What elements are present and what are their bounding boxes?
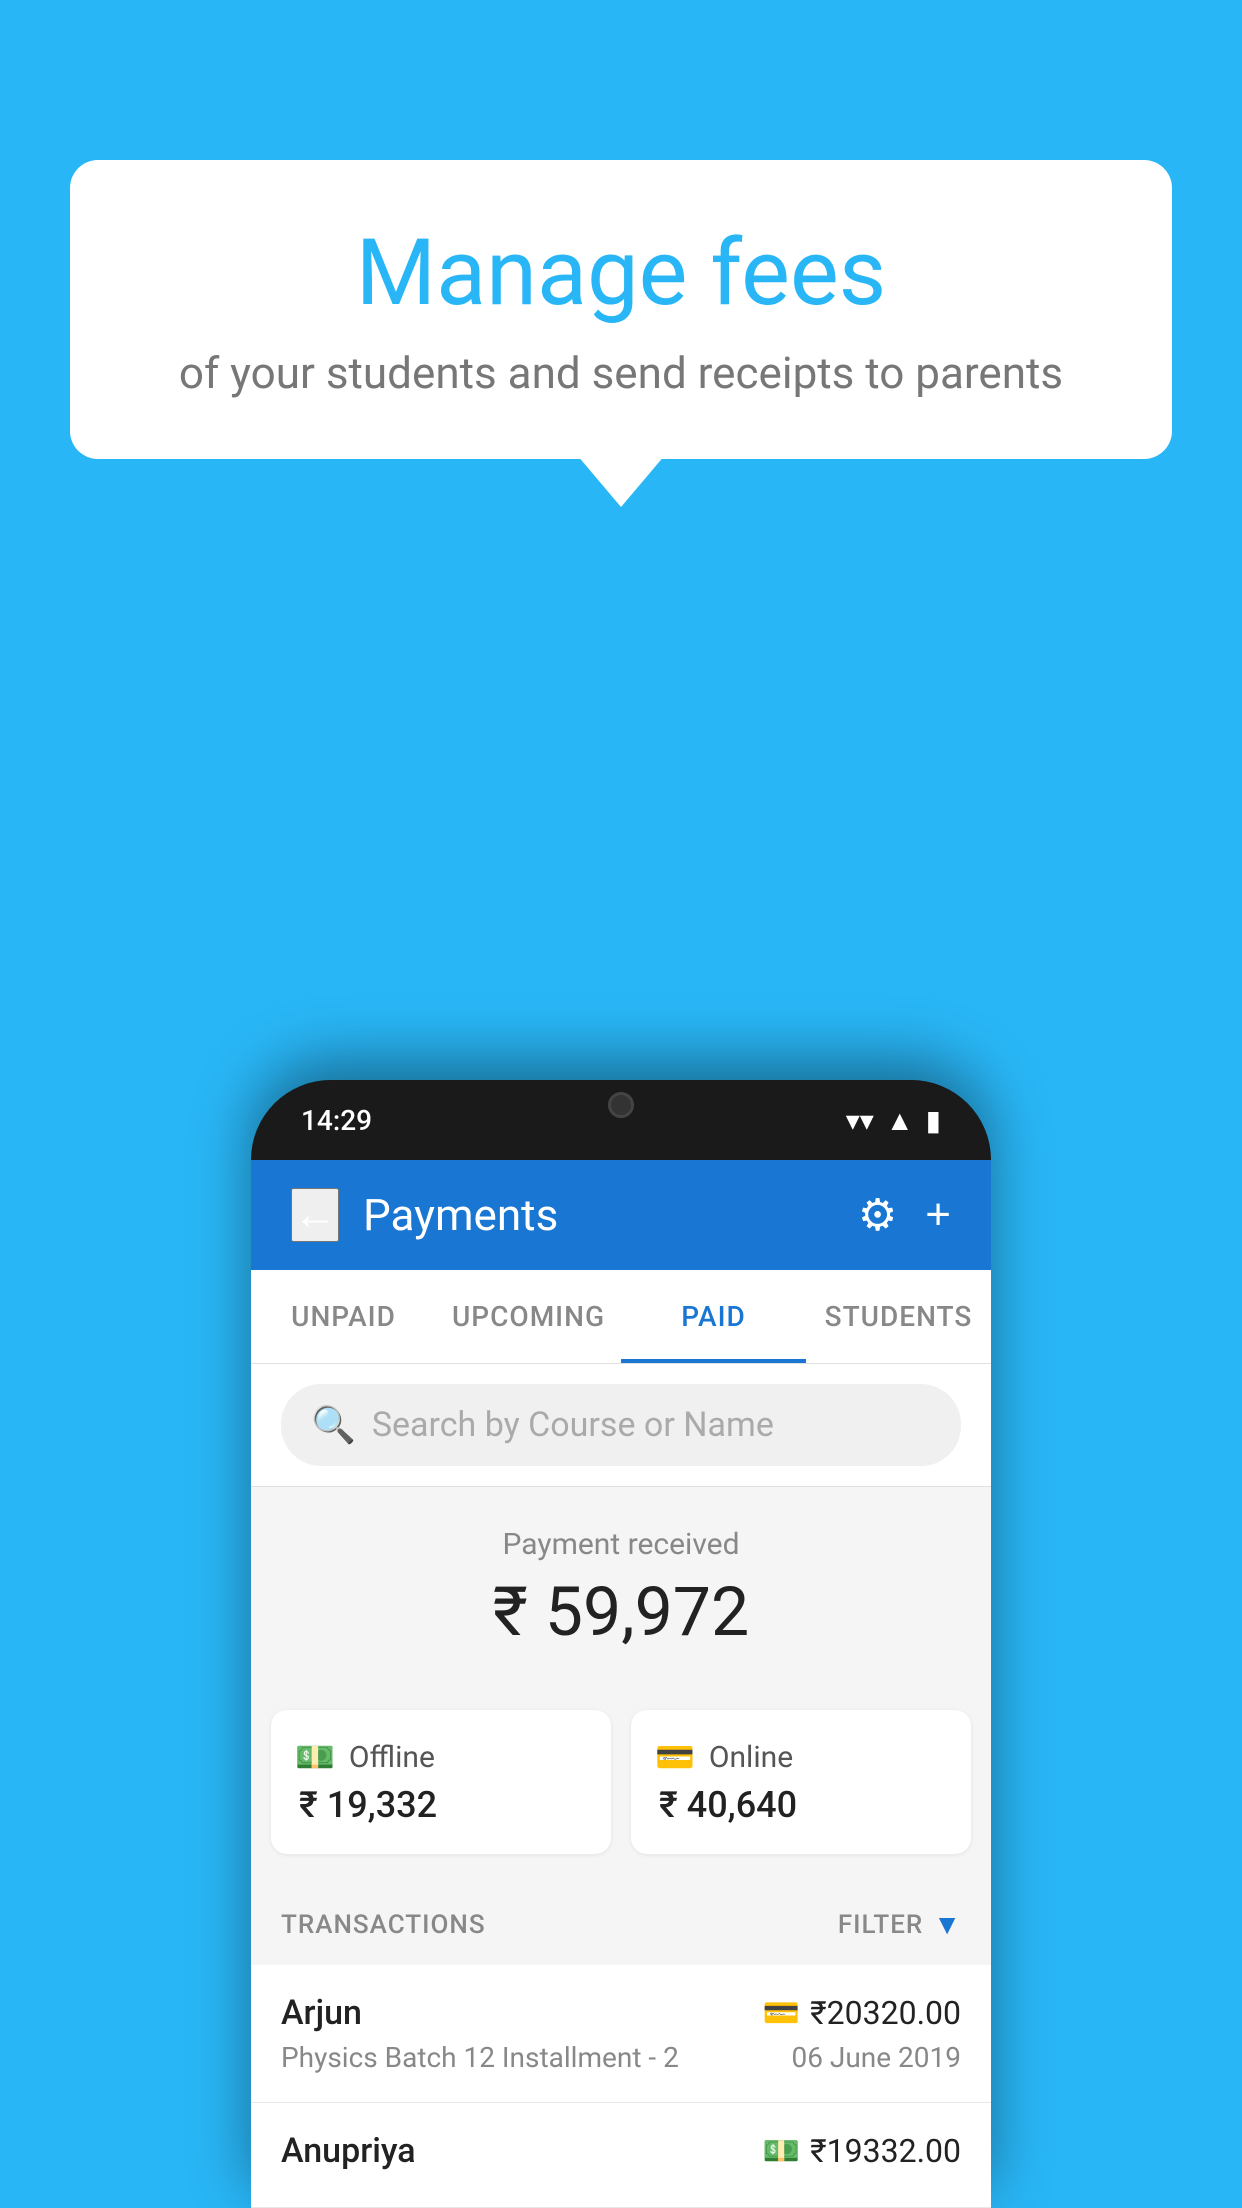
- transaction-amount-row-arjun: 💳 ₹20320.00: [763, 1994, 961, 2032]
- online-card-header: 💳 Online: [655, 1738, 793, 1776]
- payment-cards: 💵 Offline ₹ 19,332 💳 Online ₹ 40,640: [251, 1710, 991, 1884]
- page-title: Payments: [363, 1189, 558, 1241]
- settings-button[interactable]: ⚙: [858, 1190, 897, 1241]
- phone-frame: 14:29 ▾▾ ▲ ▮ ← Payments ⚙ + UNPAID UPCOM…: [251, 1080, 991, 2208]
- search-bar[interactable]: 🔍 Search by Course or Name: [281, 1384, 961, 1466]
- search-container: 🔍 Search by Course or Name: [251, 1364, 991, 1487]
- transaction-name-arjun: Arjun: [281, 1993, 362, 2033]
- transaction-card-icon-arjun: 💳: [763, 1996, 800, 2031]
- transaction-amount-arjun: ₹20320.00: [810, 1994, 961, 2032]
- bubble-title: Manage fees: [140, 220, 1102, 327]
- transaction-top-arjun: Arjun 💳 ₹20320.00: [281, 1993, 961, 2033]
- filter-icon: ▼: [933, 1908, 961, 1941]
- offline-amount: ₹ 19,332: [299, 1784, 437, 1826]
- header-left: ← Payments: [291, 1188, 558, 1242]
- wifi-icon: ▾▾: [846, 1104, 874, 1137]
- tab-upcoming[interactable]: UPCOMING: [436, 1270, 621, 1363]
- transactions-label: TRANSACTIONS: [281, 1910, 486, 1940]
- payment-received-label: Payment received: [281, 1527, 961, 1562]
- bubble-subtitle: of your students and send receipts to pa…: [140, 347, 1102, 399]
- payment-total-amount: ₹ 59,972: [281, 1572, 961, 1652]
- status-icons: ▾▾ ▲ ▮: [846, 1104, 941, 1137]
- offline-label: Offline: [349, 1740, 435, 1775]
- transaction-row[interactable]: Arjun 💳 ₹20320.00 Physics Batch 12 Insta…: [251, 1965, 991, 2103]
- tabs-container: UNPAID UPCOMING PAID STUDENTS: [251, 1270, 991, 1364]
- speech-bubble: Manage fees of your students and send re…: [70, 160, 1172, 459]
- phone-notch: [561, 1080, 681, 1120]
- transaction-row-anupriya[interactable]: Anupriya 💵 ₹19332.00: [251, 2103, 991, 2208]
- online-icon: 💳: [655, 1738, 695, 1776]
- filter-row[interactable]: FILTER ▼: [838, 1908, 961, 1941]
- transaction-date-arjun: 06 June 2019: [791, 2041, 961, 2074]
- search-icon: 🔍: [311, 1404, 356, 1446]
- transaction-name-anupriya: Anupriya: [281, 2131, 416, 2171]
- transaction-detail-arjun: Physics Batch 12 Installment - 2: [281, 2041, 679, 2074]
- app-header: ← Payments ⚙ +: [251, 1160, 991, 1270]
- signal-icon: ▲: [886, 1104, 914, 1137]
- offline-card: 💵 Offline ₹ 19,332: [271, 1710, 611, 1854]
- back-button[interactable]: ←: [291, 1188, 339, 1242]
- speech-bubble-container: Manage fees of your students and send re…: [70, 160, 1172, 459]
- transaction-amount-row-anupriya: 💵 ₹19332.00: [763, 2132, 961, 2170]
- online-amount: ₹ 40,640: [659, 1784, 797, 1826]
- tab-paid[interactable]: PAID: [621, 1270, 806, 1363]
- phone-camera: [608, 1092, 634, 1118]
- status-time: 14:29: [301, 1104, 372, 1137]
- phone-top-bar: 14:29 ▾▾ ▲ ▮: [251, 1080, 991, 1160]
- add-button[interactable]: +: [925, 1190, 951, 1240]
- offline-icon: 💵: [295, 1738, 335, 1776]
- online-card: 💳 Online ₹ 40,640: [631, 1710, 971, 1854]
- search-placeholder: Search by Course or Name: [372, 1405, 774, 1445]
- transaction-top-anupriya: Anupriya 💵 ₹19332.00: [281, 2131, 961, 2171]
- offline-card-header: 💵 Offline: [295, 1738, 435, 1776]
- battery-icon: ▮: [926, 1104, 941, 1137]
- payment-summary: Payment received ₹ 59,972: [251, 1487, 991, 1710]
- transaction-bottom-arjun: Physics Batch 12 Installment - 2 06 June…: [281, 2041, 961, 2074]
- online-label: Online: [709, 1740, 793, 1775]
- filter-label: FILTER: [838, 1910, 923, 1940]
- transaction-cash-icon-anupriya: 💵: [763, 2134, 800, 2169]
- app-screen: ← Payments ⚙ + UNPAID UPCOMING PAID STUD…: [251, 1160, 991, 2208]
- transactions-header: TRANSACTIONS FILTER ▼: [251, 1884, 991, 1965]
- tab-students[interactable]: STUDENTS: [806, 1270, 991, 1363]
- header-right: ⚙ +: [858, 1190, 951, 1241]
- transaction-amount-anupriya: ₹19332.00: [810, 2132, 961, 2170]
- tab-unpaid[interactable]: UNPAID: [251, 1270, 436, 1363]
